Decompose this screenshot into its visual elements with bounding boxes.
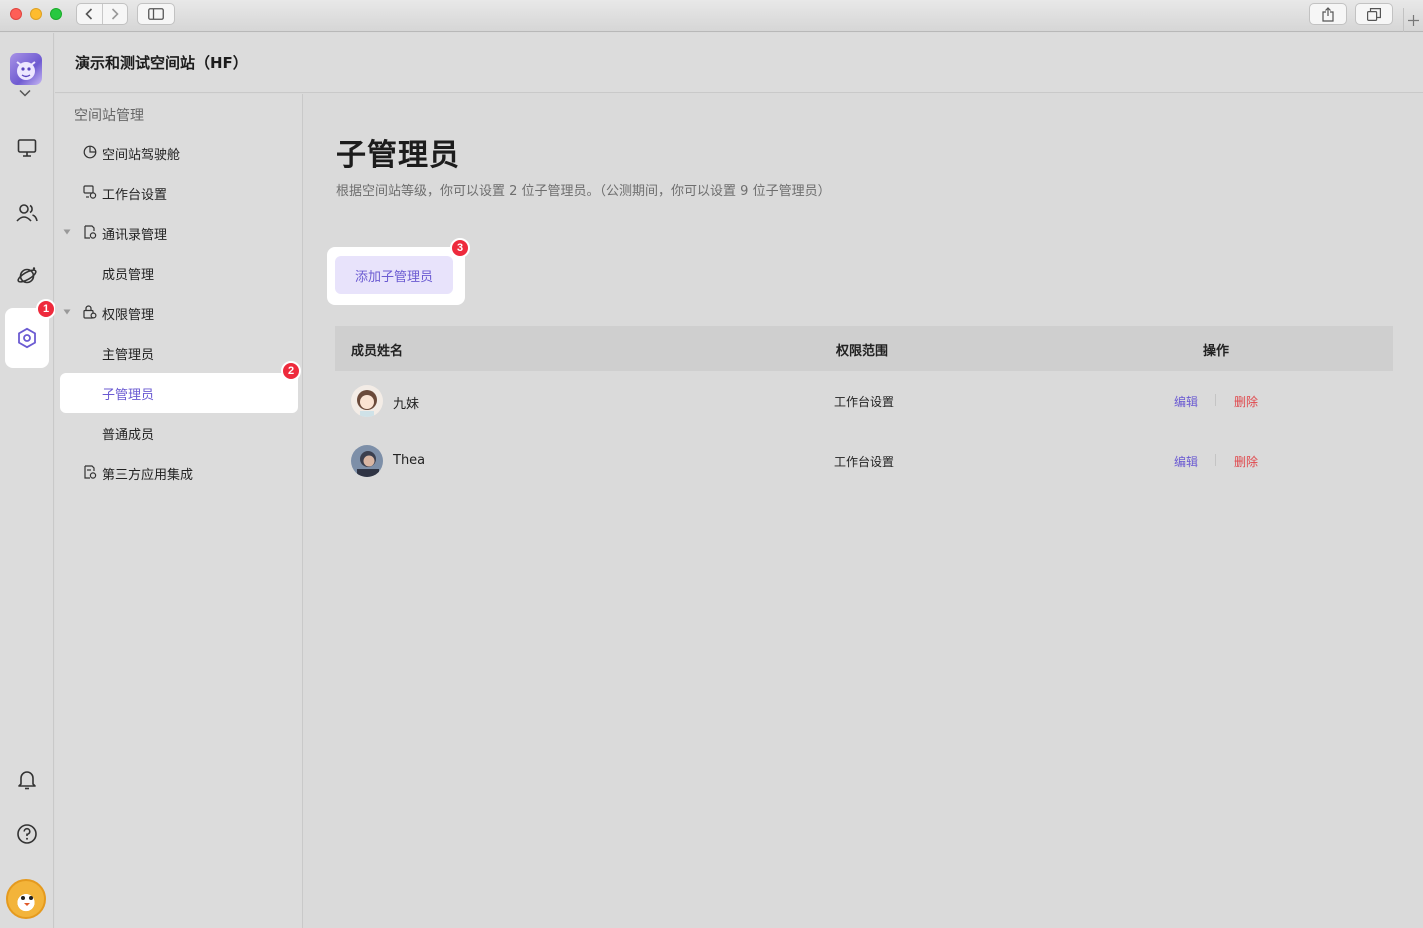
sidebar-item-label: 通讯录管理	[102, 228, 168, 243]
workbench-icon	[83, 185, 97, 199]
step-badge-2: 2	[281, 361, 301, 381]
rail-contacts[interactable]	[6, 192, 48, 234]
close-window-button[interactable]	[10, 8, 22, 20]
sidebar-item-integrations[interactable]: 第三方应用集成	[60, 453, 298, 493]
photo-avatar-icon	[351, 445, 383, 477]
admin-sidebar: 空间站管理 空间站驾驶舱 工作台设置 通讯录管理 成员管理 权限管理 主管理员 …	[55, 94, 303, 928]
edit-link[interactable]: 编辑	[1174, 453, 1198, 470]
rail-explore[interactable]	[6, 255, 48, 297]
rail-notifications[interactable]	[6, 759, 48, 801]
user-avatar[interactable]	[6, 879, 46, 919]
sidebar-item-label: 子管理员	[102, 388, 155, 403]
history-nav	[76, 3, 128, 25]
member-scope: 工作台设置	[834, 455, 895, 469]
sidebar-item-workbench[interactable]: 工作台设置	[60, 173, 298, 213]
sidebar-item-label: 第三方应用集成	[102, 468, 194, 483]
sidebar-icon	[148, 8, 164, 20]
tabs-icon	[1367, 7, 1381, 21]
chevron-down-icon[interactable]	[19, 89, 31, 97]
sidebar-item-dashboard[interactable]: 空间站驾驶舱	[60, 133, 298, 173]
column-header-name: 成员姓名	[351, 344, 404, 359]
table-row: 九妹 工作台设置 编辑 删除	[335, 371, 1393, 431]
plus-icon	[1408, 14, 1419, 26]
sidebar-item-label: 普通成员	[102, 428, 155, 443]
sidebar-item-label: 空间站驾驶舱	[102, 148, 181, 163]
caret-down-icon	[63, 229, 71, 235]
table-header: 成员姓名 权限范围 操作	[335, 326, 1393, 371]
member-name: 九妹	[393, 397, 420, 412]
sidebar-item-regular-members[interactable]: 普通成员	[60, 413, 298, 453]
action-divider	[1215, 394, 1216, 406]
chevron-right-icon	[111, 8, 119, 20]
sidebar-item-members[interactable]: 成员管理	[60, 253, 298, 293]
forward-button[interactable]	[103, 4, 128, 24]
page-title: 子管理员	[336, 138, 460, 173]
girl-avatar-icon	[351, 385, 383, 417]
rail-workbench[interactable]	[6, 127, 48, 169]
bell-icon	[18, 771, 36, 790]
member-avatar	[351, 445, 383, 477]
lock-icon	[83, 305, 97, 319]
tab-overview-button[interactable]	[1355, 3, 1393, 25]
action-divider	[1215, 454, 1216, 466]
column-header-scope: 权限范围	[836, 344, 889, 359]
share-button[interactable]	[1309, 3, 1347, 25]
workspace-header: 演示和测试空间站（HF）	[55, 33, 1423, 93]
table-row: Thea 工作台设置 编辑 删除	[335, 431, 1393, 491]
page-description: 根据空间站等级，你可以设置 2 位子管理员。（公测期间，你可以设置 9 位子管理…	[336, 184, 831, 199]
back-button[interactable]	[77, 4, 102, 24]
column-header-actions: 操作	[1203, 344, 1230, 359]
new-tab-button[interactable]	[1403, 8, 1423, 32]
sidebar-section-title: 空间站管理	[74, 108, 144, 124]
app-icon-rail: 1	[0, 33, 56, 928]
sidebar-item-label: 权限管理	[102, 308, 155, 323]
member-name: Thea	[393, 453, 426, 468]
users-icon	[16, 204, 38, 222]
main-content: 子管理员 根据空间站等级，你可以设置 2 位子管理员。（公测期间，你可以设置 9…	[304, 94, 1423, 928]
sidebar-toggle-button[interactable]	[137, 3, 175, 25]
add-sub-admin-button[interactable]: 添加子管理员	[335, 256, 453, 294]
hexagon-settings-icon	[18, 327, 36, 349]
delete-link[interactable]: 删除	[1234, 393, 1258, 410]
contacts-doc-icon	[84, 225, 97, 239]
penguin-avatar-icon	[21, 896, 33, 906]
help-circle-icon	[17, 824, 37, 844]
rail-help[interactable]	[6, 813, 48, 855]
sidebar-item-permissions[interactable]: 权限管理	[60, 293, 298, 333]
pie-chart-icon	[83, 145, 97, 159]
sidebar-item-label: 成员管理	[102, 268, 155, 283]
delete-link[interactable]: 删除	[1234, 453, 1258, 470]
workspace-avatar[interactable]	[10, 53, 42, 85]
window-titlebar	[0, 0, 1423, 32]
workspace-logo-icon	[16, 61, 36, 80]
chevron-left-icon	[85, 8, 93, 20]
step-badge-1: 1	[36, 299, 56, 319]
share-icon	[1322, 6, 1334, 22]
edit-link[interactable]: 编辑	[1174, 393, 1198, 410]
sidebar-item-main-admin[interactable]: 主管理员	[60, 333, 298, 373]
add-button-highlight: 添加子管理员	[327, 247, 465, 305]
integration-icon	[84, 465, 97, 479]
member-avatar	[351, 385, 383, 417]
sidebar-item-label: 工作台设置	[102, 188, 168, 203]
caret-down-icon	[63, 309, 71, 315]
sub-admin-table: 成员姓名 权限范围 操作 九妹 工作台设置 编辑 删除 Thea 工作台设置 编…	[335, 326, 1393, 491]
monitor-icon	[17, 139, 37, 157]
zoom-window-button[interactable]	[50, 8, 62, 20]
sidebar-item-label: 主管理员	[102, 348, 155, 363]
step-badge-3: 3	[450, 238, 470, 258]
planet-icon	[17, 267, 37, 284]
minimize-window-button[interactable]	[30, 8, 42, 20]
sidebar-item-contacts[interactable]: 通讯录管理	[60, 213, 298, 253]
member-scope: 工作台设置	[834, 395, 895, 409]
sidebar-item-sub-admin[interactable]: 子管理员	[60, 373, 298, 413]
workspace-title: 演示和测试空间站（HF）	[75, 54, 248, 72]
